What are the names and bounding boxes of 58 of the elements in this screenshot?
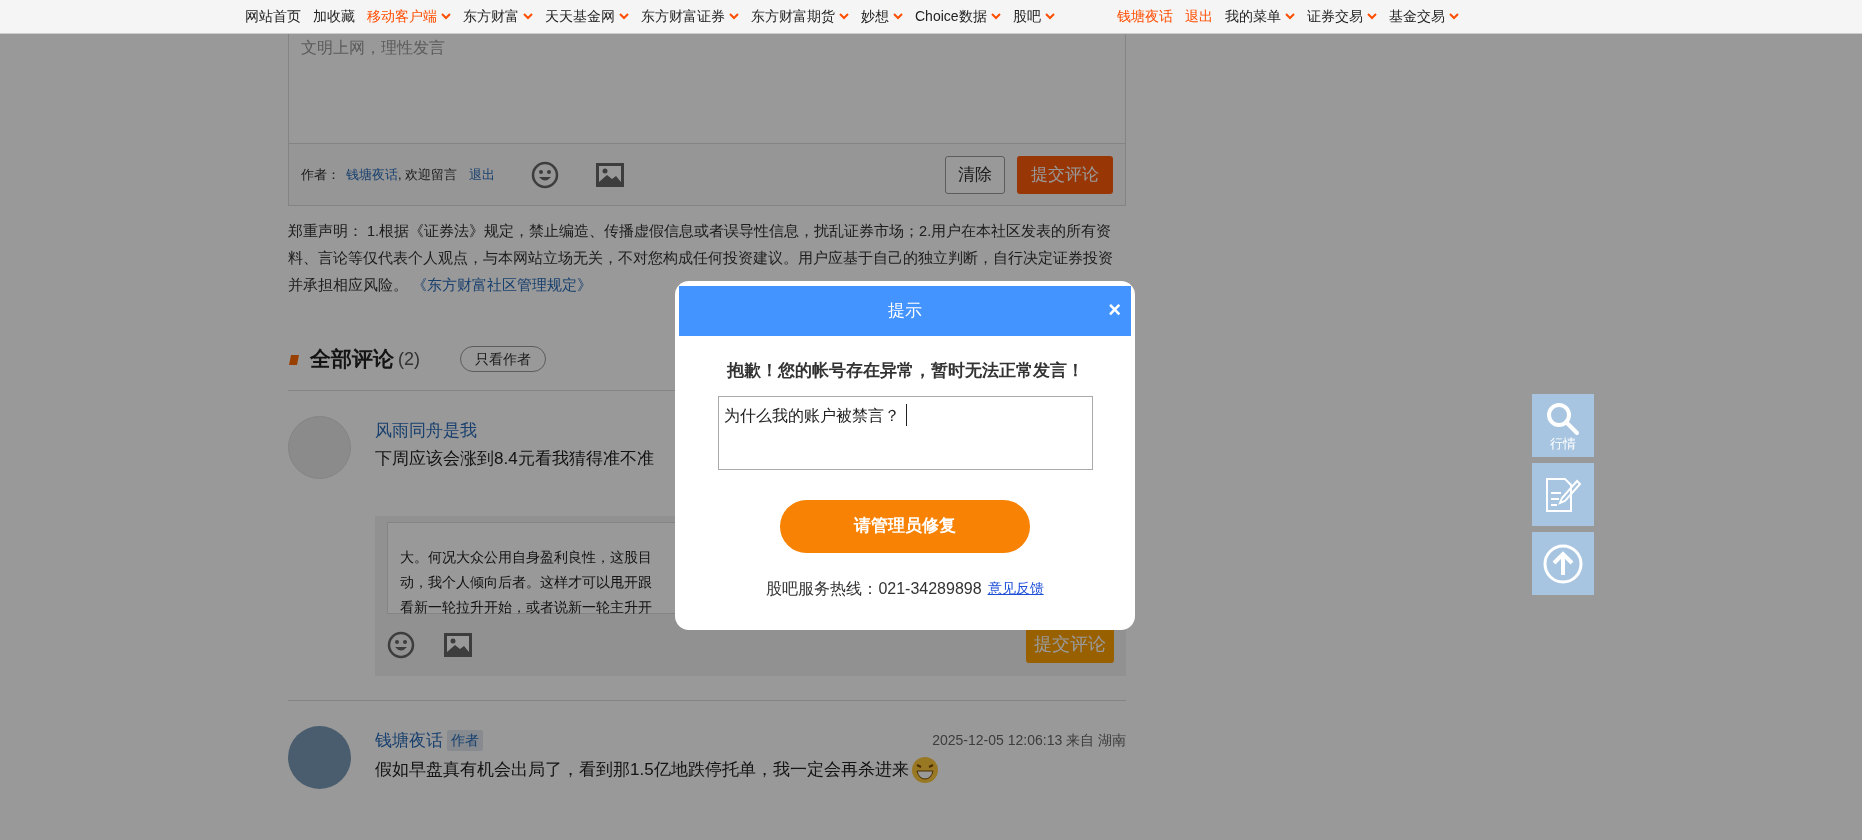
nav-link[interactable]: 妙想 <box>861 6 903 27</box>
caret-icon <box>729 13 739 20</box>
nav-link[interactable]: 证券交易 <box>1306 6 1377 27</box>
nav-link[interactable]: 加收藏 <box>313 6 355 27</box>
welcome-text: , 欢迎留言 <box>398 165 458 184</box>
caret-icon <box>1448 13 1459 20</box>
author-badge: 作者 <box>447 730 483 751</box>
nav-link[interactable]: 天天基金网 <box>545 6 629 27</box>
nav-link[interactable]: 退出 <box>1184 6 1213 27</box>
rules-link[interactable]: 《东方财富社区管理规定》 <box>412 277 593 293</box>
nav-link[interactable]: Choice数据 <box>915 6 1001 27</box>
section-icon <box>288 352 302 366</box>
logout-link[interactable]: 退出 <box>469 164 496 185</box>
author-link[interactable]: 钱塘夜话 <box>346 164 398 185</box>
emoji-icon[interactable] <box>531 160 560 189</box>
nav-link[interactable]: 东方财富期货 <box>751 6 849 27</box>
emoji-icon[interactable] <box>387 630 415 659</box>
caret-icon <box>1284 13 1295 20</box>
image-icon[interactable] <box>595 161 626 188</box>
author-label: 作者： <box>301 165 340 184</box>
feedback-link[interactable]: 意见反馈 <box>987 578 1044 599</box>
reply-text-line: 大。何况大众公用自身盈利良性，这股目 <box>400 547 652 567</box>
image-icon[interactable] <box>443 631 473 658</box>
nav-link[interactable]: 东方财富证券 <box>641 6 739 27</box>
caret-icon <box>1044 13 1055 20</box>
caret-icon <box>1366 13 1377 20</box>
comment-time: 2025-12-05 12:06:13 来自 湖南 <box>932 731 1126 750</box>
up-arrow-circle-icon <box>1542 542 1584 585</box>
username-link[interactable]: 风雨同舟是我 <box>375 418 477 444</box>
reply-text-line: 动，我个人倾向后者。这样才可以甩开跟 <box>400 572 652 592</box>
caret-icon <box>839 13 849 20</box>
section-title: 全部评论 <box>310 346 394 373</box>
nav-link[interactable]: 网站首页 <box>245 6 301 27</box>
nav-link[interactable]: 移动客户端 <box>367 6 451 27</box>
text-cursor <box>905 403 907 426</box>
caret-icon <box>441 13 451 20</box>
caret-icon <box>619 13 629 20</box>
nav-link[interactable]: 我的菜单 <box>1224 6 1295 27</box>
clear-button[interactable]: 清除 <box>945 155 1005 194</box>
dialog-title: 提示 <box>888 300 922 323</box>
nav-link[interactable]: 钱塘夜话 <box>1116 6 1173 27</box>
nav-link[interactable]: 东方财富 <box>463 6 533 27</box>
search-icon <box>1545 400 1581 437</box>
comment-text: 假如早盘真有机会出局了，看到那1.5亿地跌停托单，我一定会再杀进来 <box>375 758 909 781</box>
comment-text: 下周应该会涨到8.4元看我猜得准不准 <box>375 448 654 470</box>
caret-icon <box>523 13 533 20</box>
appeal-input[interactable]: 为什么我的账户被禁言？ <box>717 395 1093 470</box>
comment-count: (2) <box>398 347 420 371</box>
nav-link[interactable]: 股吧 <box>1012 6 1055 27</box>
dialog-message: 抱歉！您的帐号存在异常，暂时无法正常发言！ <box>726 360 1084 382</box>
author-filter-button[interactable]: 只看作者 <box>460 346 546 372</box>
close-button[interactable]: × <box>1108 298 1121 322</box>
reply-text-line: 看新一轮拉升开始，或者说新一轮主升开 <box>400 597 652 617</box>
caret-icon <box>893 13 903 20</box>
hotline-text: 股吧服务热线：021-34289898 <box>766 578 982 599</box>
nav-link[interactable]: 基金交易 <box>1388 6 1459 27</box>
caret-icon <box>990 13 1001 20</box>
username-link[interactable]: 钱塘夜话 <box>375 727 443 754</box>
